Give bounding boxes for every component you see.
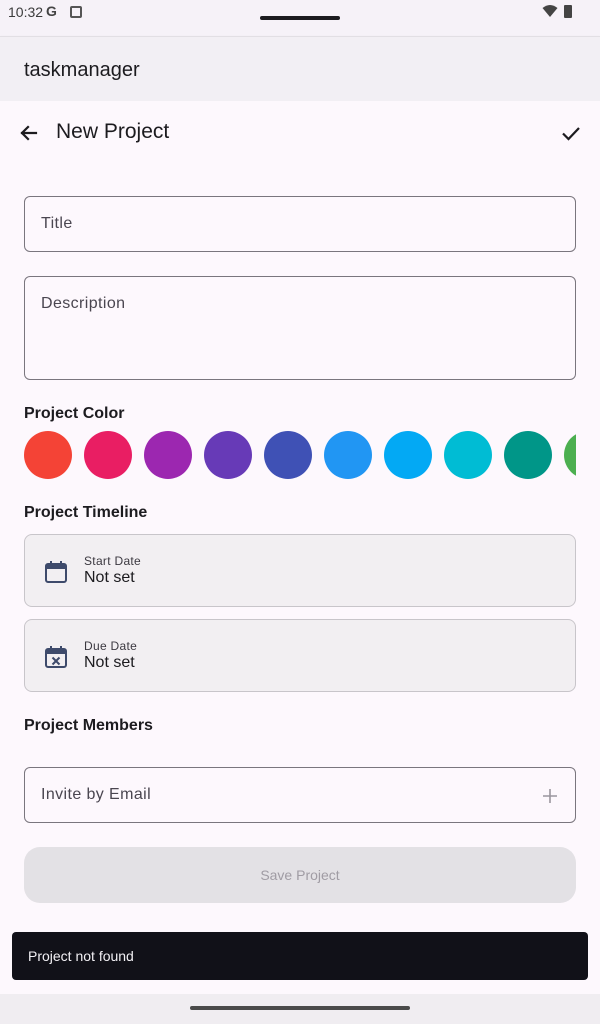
navigation-bar bbox=[0, 994, 600, 1024]
save-project-button[interactable]: Save Project bbox=[24, 847, 576, 903]
status-time: 10:32 bbox=[8, 4, 44, 20]
start-date-picker[interactable]: Start Date Not set bbox=[24, 534, 576, 607]
wifi-icon bbox=[542, 5, 558, 17]
project-color-label: Project Color bbox=[24, 405, 125, 422]
color-swatch[interactable] bbox=[264, 431, 312, 479]
app-title: taskmanager bbox=[24, 59, 140, 81]
check-icon bbox=[562, 127, 580, 141]
start-date-label: Start Date bbox=[84, 554, 142, 568]
color-swatch[interactable] bbox=[564, 431, 576, 479]
home-handle[interactable] bbox=[190, 1006, 410, 1010]
page-title: New Project bbox=[56, 120, 170, 143]
title-placeholder: Title bbox=[41, 215, 73, 232]
due-date-label: Due Date bbox=[84, 639, 138, 653]
back-button[interactable] bbox=[14, 118, 44, 148]
color-swatch[interactable] bbox=[204, 431, 252, 479]
add-member-icon[interactable] bbox=[541, 787, 559, 805]
color-swatch[interactable] bbox=[504, 431, 552, 479]
confirm-button[interactable] bbox=[556, 118, 586, 148]
title-field[interactable]: Title bbox=[24, 196, 576, 252]
camera-pill bbox=[260, 16, 340, 20]
status-bar: 10:32 G bbox=[0, 0, 600, 36]
project-timeline-label: Project Timeline bbox=[24, 504, 148, 521]
due-date-picker[interactable]: Due Date Not set bbox=[24, 619, 576, 692]
notification-icon bbox=[70, 6, 82, 18]
google-icon: G bbox=[46, 3, 57, 19]
project-members-label: Project Members bbox=[24, 717, 153, 734]
color-swatch[interactable] bbox=[444, 431, 492, 479]
calendar-icon bbox=[45, 561, 67, 583]
snackbar-message: Project not found bbox=[28, 948, 134, 964]
color-swatch[interactable] bbox=[144, 431, 192, 479]
arrow-back-icon bbox=[20, 125, 38, 141]
screen: 10:32 G taskmanager New Project Title De… bbox=[0, 0, 600, 1024]
battery-icon bbox=[564, 5, 572, 18]
snackbar: Project not found bbox=[12, 932, 588, 980]
description-field[interactable]: Description bbox=[24, 276, 576, 380]
start-date-value: Not set bbox=[84, 569, 135, 586]
color-swatch[interactable] bbox=[384, 431, 432, 479]
app-bar: taskmanager bbox=[0, 36, 600, 101]
description-placeholder: Description bbox=[41, 295, 126, 312]
color-swatch[interactable] bbox=[24, 431, 72, 479]
color-swatch[interactable] bbox=[324, 431, 372, 479]
calendar-cancel-icon bbox=[45, 646, 67, 668]
due-date-value: Not set bbox=[84, 654, 135, 671]
top-bar: New Project bbox=[0, 101, 600, 165]
invite-email-placeholder: Invite by Email bbox=[41, 786, 152, 803]
invite-email-field[interactable]: Invite by Email bbox=[24, 767, 576, 823]
color-picker bbox=[24, 431, 576, 479]
color-swatch[interactable] bbox=[84, 431, 132, 479]
new-project-screen: New Project Title Description Project Co… bbox=[0, 101, 600, 994]
